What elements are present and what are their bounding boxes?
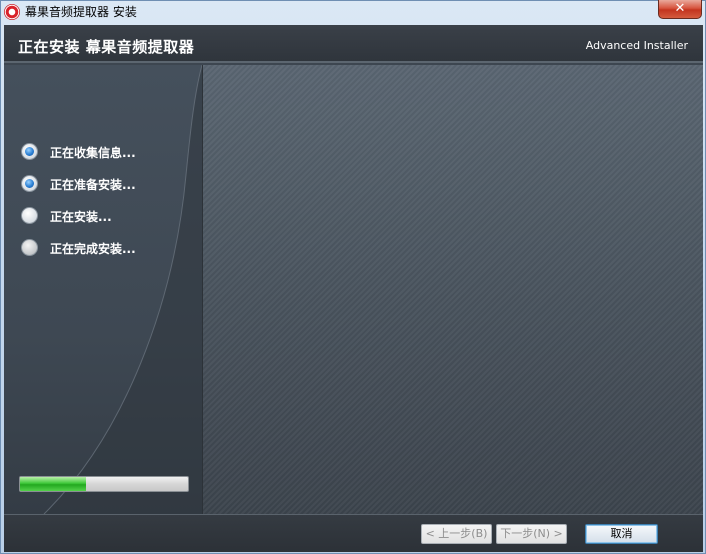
title-bar[interactable]: 幕果音频提取器 安装 ✕ [1, 0, 705, 23]
install-progress-bar [19, 476, 189, 492]
page-title: 正在安装 幕果音频提取器 [18, 38, 195, 56]
progress-fill [20, 477, 86, 491]
brand-label: Advanced Installer [585, 39, 688, 52]
installer-header: 正在安装 幕果音频提取器 Advanced Installer [4, 25, 703, 63]
button-bar: < 上一步(B) 下一步(N) > 取消 [4, 514, 703, 552]
step-label: 正在完成安装... [50, 242, 136, 256]
installer-window: 幕果音频提取器 安装 ✕ 正在安装 幕果音频提取器 Advanced Insta… [0, 0, 706, 554]
step-done-icon [21, 175, 38, 192]
installer-client-area: 正在安装 幕果音频提取器 Advanced Installer 正在收集信息..… [4, 25, 703, 552]
step-current-icon [21, 207, 38, 224]
step-done-icon [21, 143, 38, 160]
steps-sidebar: 正在收集信息... 正在准备安装... 正在安装... 正在完成安装... [4, 65, 202, 514]
back-button[interactable]: < 上一步(B) [421, 524, 492, 544]
cancel-button[interactable]: 取消 [585, 524, 658, 544]
app-logo-icon [4, 4, 20, 20]
step-label: 正在安装... [50, 210, 112, 224]
step-label: 正在收集信息... [50, 146, 136, 160]
main-content-panel [202, 65, 703, 514]
close-button[interactable]: ✕ [658, 0, 702, 19]
window-title: 幕果音频提取器 安装 [25, 5, 137, 19]
step-pending-icon [21, 239, 38, 256]
step-label: 正在准备安装... [50, 178, 136, 192]
next-button[interactable]: 下一步(N) > [496, 524, 567, 544]
sidebar-decorative-curve [43, 65, 202, 514]
